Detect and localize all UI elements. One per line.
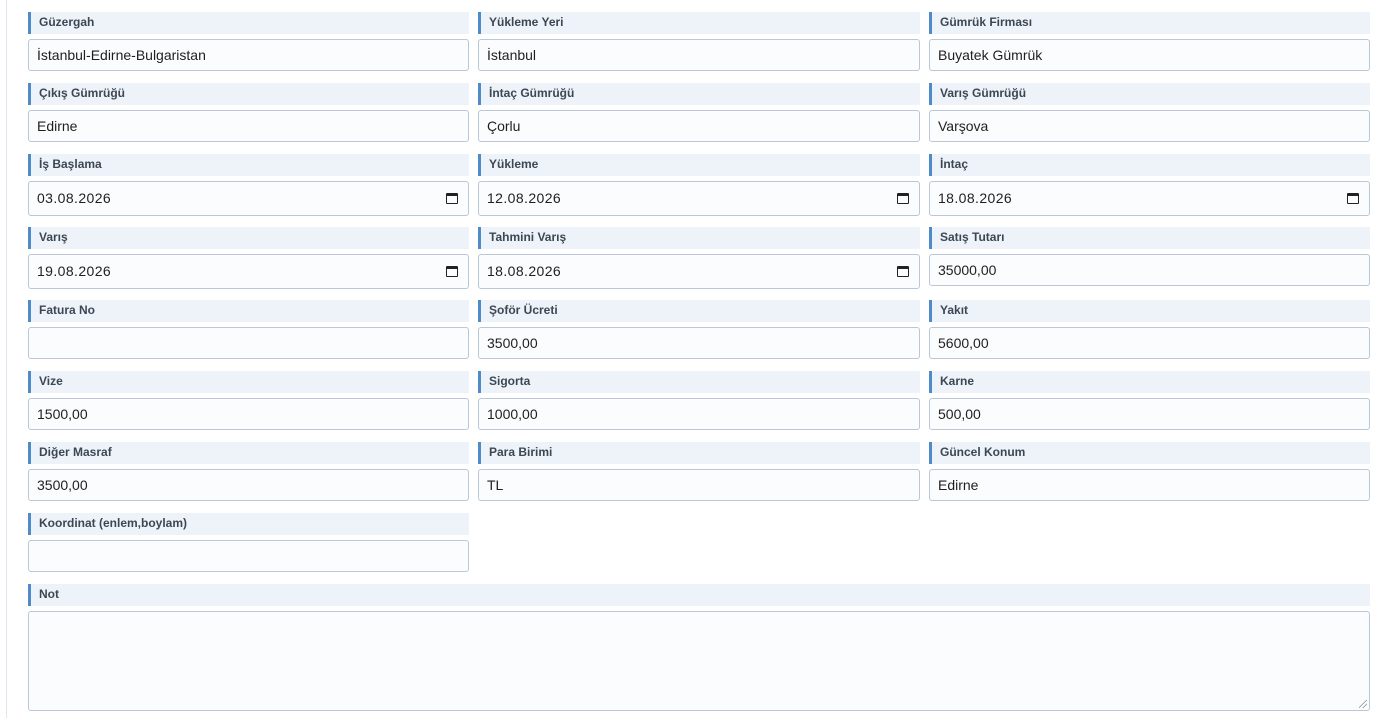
guzergah-label: Güzergah — [28, 12, 469, 34]
is-baslama-date-input[interactable]: 03.08.2026 — [28, 181, 469, 216]
varis-gumrugu-input[interactable]: Varşova — [929, 110, 1370, 142]
tahmini-varis-label: Tahmini Varış — [478, 227, 920, 249]
field-yukleme-yeri: Yükleme Yeri İstanbul — [478, 12, 920, 72]
field-sofor-ucreti: Şoför Ücreti 3500,00 — [478, 300, 920, 360]
tahmini-varis-date-input[interactable]: 18.08.2026 — [478, 254, 920, 289]
field-satis-tutari: Satış Tutarı 35000,00 — [929, 227, 1370, 287]
karne-label: Karne — [929, 371, 1370, 393]
yukleme-date-value: 12.08.2026 — [487, 190, 562, 206]
field-guncel-konum: Güncel Konum Edirne — [929, 442, 1370, 502]
varis-gumrugu-label: Varış Gümrüğü — [929, 83, 1370, 105]
varis-date-value: 19.08.2026 — [37, 263, 112, 279]
resize-grip-icon[interactable] — [1359, 700, 1367, 708]
para-birimi-input[interactable]: TL — [478, 469, 920, 501]
field-varis: Varış 19.08.2026 — [28, 227, 469, 289]
yakit-label: Yakıt — [929, 300, 1370, 322]
not-label: Not — [28, 584, 1370, 606]
form-panel: Güzergah İstanbul-Edirne-Bulgaristan Yük… — [6, 0, 1392, 718]
karne-input[interactable]: 500,00 — [929, 398, 1370, 430]
sofor-ucreti-input[interactable]: 3500,00 — [478, 327, 920, 359]
yakit-input[interactable]: 5600,00 — [929, 327, 1370, 359]
satis-tutari-input[interactable]: 35000,00 — [929, 254, 1370, 286]
field-diger-masraf: Diğer Masraf 3500,00 — [28, 442, 469, 502]
vize-input[interactable]: 1500,00 — [28, 398, 469, 430]
field-yukleme: Yükleme 12.08.2026 — [478, 154, 920, 216]
not-textarea[interactable] — [28, 611, 1370, 711]
diger-masraf-label: Diğer Masraf — [28, 442, 469, 464]
intac-date-value: 18.08.2026 — [938, 190, 1013, 206]
gumruk-firmasi-input[interactable]: Buyatek Gümrük — [929, 39, 1370, 71]
calendar-icon[interactable] — [897, 193, 909, 204]
varis-date-input[interactable]: 19.08.2026 — [28, 254, 469, 289]
cikis-gumrugu-input[interactable]: Edirne — [28, 110, 469, 142]
is-baslama-date-value: 03.08.2026 — [37, 190, 112, 206]
field-guzergah: Güzergah İstanbul-Edirne-Bulgaristan — [28, 12, 469, 72]
calendar-icon[interactable] — [1347, 193, 1359, 204]
fatura-no-input[interactable] — [28, 327, 469, 359]
calendar-icon[interactable] — [446, 266, 458, 277]
intac-gumrugu-input[interactable]: Çorlu — [478, 110, 920, 142]
field-cikis-gumrugu: Çıkış Gümrüğü Edirne — [28, 83, 469, 143]
sigorta-input[interactable]: 1000,00 — [478, 398, 920, 430]
is-baslama-label: İş Başlama — [28, 154, 469, 176]
field-tahmini-varis: Tahmini Varış 18.08.2026 — [478, 227, 920, 289]
guncel-konum-input[interactable]: Edirne — [929, 469, 1370, 501]
yukleme-yeri-input[interactable]: İstanbul — [478, 39, 920, 71]
cikis-gumrugu-label: Çıkış Gümrüğü — [28, 83, 469, 105]
field-koordinat: Koordinat (enlem,boylam) — [28, 513, 469, 573]
koordinat-input[interactable] — [28, 540, 469, 572]
field-is-baslama: İş Başlama 03.08.2026 — [28, 154, 469, 216]
field-gumruk-firmasi: Gümrük Firması Buyatek Gümrük — [929, 12, 1370, 72]
varis-label: Varış — [28, 227, 469, 249]
guzergah-input[interactable]: İstanbul-Edirne-Bulgaristan — [28, 39, 469, 71]
field-para-birimi: Para Birimi TL — [478, 442, 920, 502]
field-yakit: Yakıt 5600,00 — [929, 300, 1370, 360]
intac-gumrugu-label: İntaç Gümrüğü — [478, 83, 920, 105]
gumruk-firmasi-label: Gümrük Firması — [929, 12, 1370, 34]
fatura-no-label: Fatura No — [28, 300, 469, 322]
calendar-icon[interactable] — [897, 266, 909, 277]
field-intac: İntaç 18.08.2026 — [929, 154, 1370, 216]
field-sigorta: Sigorta 1000,00 — [478, 371, 920, 431]
field-karne: Karne 500,00 — [929, 371, 1370, 431]
koordinat-label: Koordinat (enlem,boylam) — [28, 513, 469, 535]
field-vize: Vize 1500,00 — [28, 371, 469, 431]
intac-label: İntaç — [929, 154, 1370, 176]
field-varis-gumrugu: Varış Gümrüğü Varşova — [929, 83, 1370, 143]
intac-date-input[interactable]: 18.08.2026 — [929, 181, 1370, 216]
yukleme-yeri-label: Yükleme Yeri — [478, 12, 920, 34]
field-intac-gumrugu: İntaç Gümrüğü Çorlu — [478, 83, 920, 143]
calendar-icon[interactable] — [446, 193, 458, 204]
tahmini-varis-date-value: 18.08.2026 — [487, 263, 562, 279]
diger-masraf-input[interactable]: 3500,00 — [28, 469, 469, 501]
guncel-konum-label: Güncel Konum — [929, 442, 1370, 464]
field-fatura-no: Fatura No — [28, 300, 469, 360]
sofor-ucreti-label: Şoför Ücreti — [478, 300, 920, 322]
yukleme-label: Yükleme — [478, 154, 920, 176]
field-not: Not — [28, 584, 1370, 712]
satis-tutari-label: Satış Tutarı — [929, 227, 1370, 249]
sigorta-label: Sigorta — [478, 371, 920, 393]
para-birimi-label: Para Birimi — [478, 442, 920, 464]
vize-label: Vize — [28, 371, 469, 393]
yukleme-date-input[interactable]: 12.08.2026 — [478, 181, 920, 216]
